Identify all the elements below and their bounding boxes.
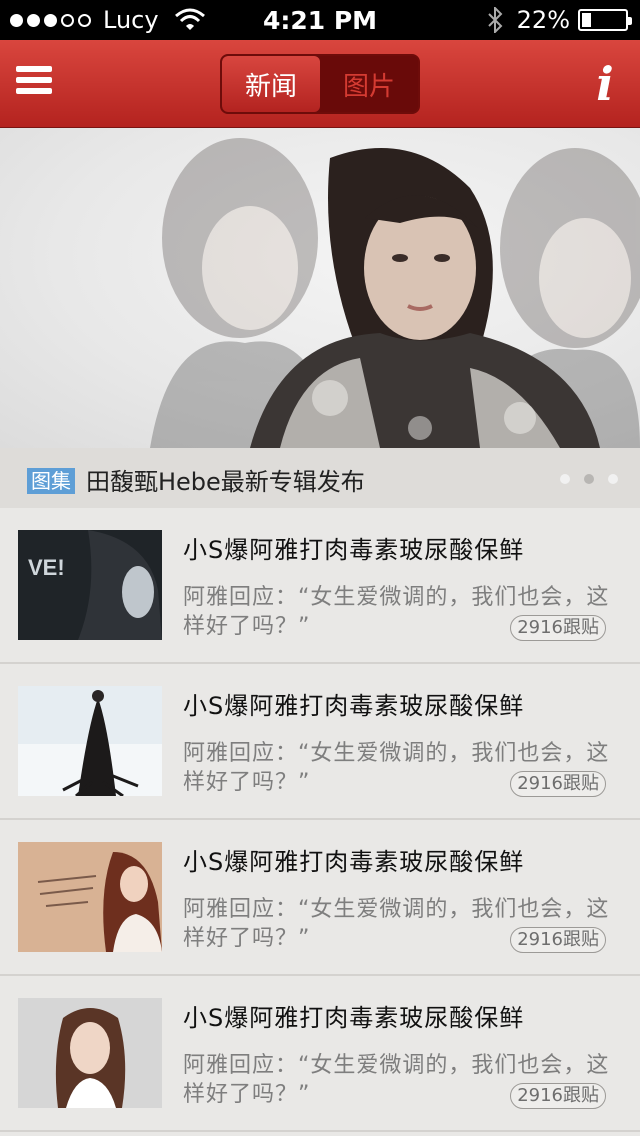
banner-caption[interactable]: 田馥甄Hebe最新专辑发布 xyxy=(86,462,365,497)
news-title: 小S爆阿雅打肉毒素玻尿酸保鲜 xyxy=(183,536,525,564)
page-dot[interactable] xyxy=(560,474,570,484)
banner-image[interactable] xyxy=(0,128,640,448)
page-dot[interactable] xyxy=(608,474,618,484)
news-thumbnail: VE! xyxy=(18,530,162,640)
comment-count-badge[interactable]: 2916跟贴 xyxy=(510,615,606,641)
comment-count-badge[interactable]: 2916跟贴 xyxy=(510,771,606,797)
news-item[interactable]: VE! 小S爆阿雅打肉毒素玻尿酸保鲜 阿雅回应：“女生爱微调的，我们也会，这样好… xyxy=(0,508,640,664)
tab-pictures[interactable]: 图片 xyxy=(320,56,418,112)
battery-icon xyxy=(578,9,632,31)
comment-count-badge[interactable]: 2916跟贴 xyxy=(510,1083,606,1109)
comment-count-badge[interactable]: 2916跟贴 xyxy=(510,927,606,953)
info-icon[interactable]: i xyxy=(588,58,622,110)
news-thumbnail xyxy=(18,842,162,952)
news-title: 小S爆阿雅打肉毒素玻尿酸保鲜 xyxy=(183,848,525,876)
news-list: VE! 小S爆阿雅打肉毒素玻尿酸保鲜 阿雅回应：“女生爱微调的，我们也会，这样好… xyxy=(0,508,640,1132)
news-title: 小S爆阿雅打肉毒素玻尿酸保鲜 xyxy=(183,692,525,720)
hamburger-menu-icon[interactable] xyxy=(16,66,52,100)
page-indicator xyxy=(546,474,618,484)
status-bar: Lucy 4:21 PM 22% xyxy=(0,0,640,40)
tab-news[interactable]: 新闻 xyxy=(222,56,320,112)
bluetooth-icon xyxy=(487,7,503,33)
news-title: 小S爆阿雅打肉毒素玻尿酸保鲜 xyxy=(183,1004,525,1032)
news-thumbnail xyxy=(18,998,162,1108)
banner-photo-illustration xyxy=(150,138,640,448)
news-item[interactable]: 小S爆阿雅打肉毒素玻尿酸保鲜 阿雅回应：“女生爱微调的，我们也会，这样好了吗？”… xyxy=(0,664,640,820)
gallery-tag: 图集 xyxy=(27,468,75,494)
news-item[interactable]: 小S爆阿雅打肉毒素玻尿酸保鲜 阿雅回应：“女生爱微调的，我们也会，这样好了吗？”… xyxy=(0,820,640,976)
segmented-control: 新闻 图片 xyxy=(220,54,420,114)
page-dot-active[interactable] xyxy=(584,474,594,484)
battery-percent: 22% xyxy=(516,6,570,34)
news-thumbnail xyxy=(18,686,162,796)
nav-bar: 新闻 图片 i xyxy=(0,40,640,128)
svg-text:VE!: VE! xyxy=(28,555,65,580)
news-item[interactable]: 小S爆阿雅打肉毒素玻尿酸保鲜 阿雅回应：“女生爱微调的，我们也会，这样好了吗？”… xyxy=(0,976,640,1132)
battery-fill xyxy=(582,13,592,27)
